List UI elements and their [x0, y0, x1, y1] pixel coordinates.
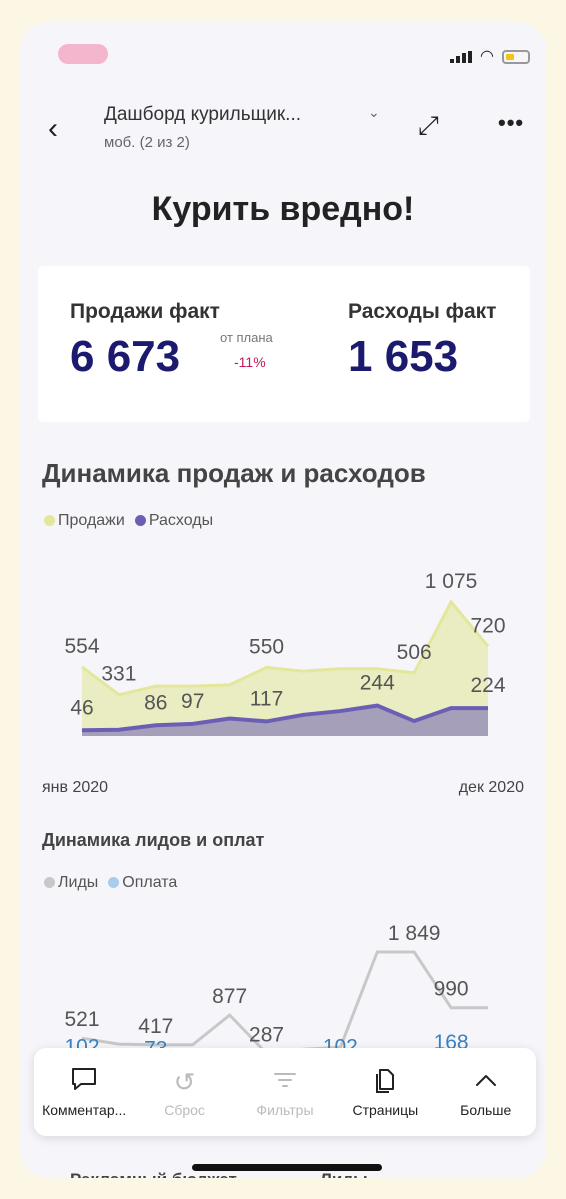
comment-icon [70, 1066, 98, 1098]
data-label: 97 [181, 690, 204, 713]
data-label: 554 [64, 635, 99, 658]
data-label: 720 [470, 614, 505, 637]
data-label: 1 849 [388, 922, 441, 945]
expenses-value: 1 653 [348, 332, 459, 381]
undo-icon: ↺ [173, 1067, 196, 1097]
reset-button[interactable]: ↺ Сброс [137, 1066, 233, 1118]
data-label: 331 [101, 663, 136, 686]
signal-icon [450, 51, 473, 63]
status-bar: ◠ [20, 22, 546, 92]
vs-plan-value: -11% [234, 354, 266, 370]
data-label: 224 [470, 674, 505, 697]
data-label: 506 [397, 641, 432, 664]
data-label: 521 [64, 1008, 99, 1031]
leads-payments-chart[interactable]: 5214178772871 84999010273102168 [20, 902, 546, 1062]
data-label: 86 [144, 691, 167, 714]
next-section-peek: Рекламный бюджет Лиды [20, 1170, 546, 1178]
line-leads [81, 950, 488, 1055]
legend-payment: Оплата [122, 874, 178, 891]
bottom-toolbar: Комментар... ↺ Сброс Фильтры Страницы Бо… [34, 1048, 536, 1136]
more-options-icon[interactable]: ••• [498, 110, 524, 136]
sales-label: Продажи факт [70, 300, 220, 323]
chart2-legend: Лиды Оплата [44, 874, 177, 892]
recording-indicator [58, 44, 108, 64]
expenses-label: Расходы факт [348, 300, 497, 323]
sales-expenses-chart[interactable]: 554331 550 506 1 075 720 46 86 97 117 244 224 янв 2… [20, 550, 546, 820]
chart1-title: Динамика продаж и расходов [42, 458, 426, 488]
legend-dot-expenses [134, 515, 146, 527]
nav-bar: ‹ Дашборд курильщик... ⌄ моб. (2 из 2) ⤢… [20, 96, 546, 166]
chevron-up-icon [473, 1066, 499, 1098]
comments-button[interactable]: Комментар... [36, 1066, 132, 1118]
legend-dot-leads [44, 877, 55, 889]
x-start-label: янв 2020 [42, 779, 108, 796]
chevron-down-icon[interactable]: ⌄ [368, 104, 380, 121]
kpi-card[interactable]: Продажи факт 6 673 от плана -11% Расходы… [38, 266, 530, 422]
ad-budget-title: Рекламный бюджет [70, 1170, 237, 1178]
phone-screen: ◠ ‹ Дашборд курильщик... ⌄ моб. (2 из 2)… [20, 22, 546, 1178]
data-label: 550 [249, 635, 284, 658]
back-icon[interactable]: ‹ [48, 112, 58, 146]
data-label: 244 [360, 672, 395, 695]
filter-icon [272, 1066, 298, 1098]
wifi-icon: ◠ [480, 48, 494, 65]
leads-title: Лиды [320, 1170, 368, 1178]
data-label: 1 075 [425, 570, 478, 593]
status-icons: ◠ [450, 48, 530, 65]
data-label: 46 [70, 696, 93, 719]
pages-button[interactable]: Страницы [337, 1066, 433, 1118]
home-indicator [192, 1164, 382, 1171]
page-title: Курить вредно! [151, 190, 415, 228]
chart2-title: Динамика лидов и оплат [42, 830, 265, 850]
data-label: 877 [212, 985, 247, 1008]
report-title[interactable]: Дашборд курильщик... [104, 104, 301, 126]
battery-icon [502, 50, 530, 64]
filters-button[interactable]: Фильтры [237, 1066, 333, 1118]
pages-icon [373, 1066, 397, 1098]
vs-plan-label: от плана [220, 330, 273, 345]
expand-icon[interactable]: ⤢ [418, 110, 439, 142]
data-label: 990 [434, 978, 469, 1001]
sales-value: 6 673 [70, 332, 181, 381]
legend-sales: Продажи [58, 512, 125, 529]
data-label: 287 [249, 1023, 284, 1046]
data-label: 417 [138, 1015, 173, 1038]
page-indicator: моб. (2 из 2) [104, 134, 190, 151]
legend-dot-sales [44, 515, 55, 527]
data-label: 117 [250, 687, 283, 710]
legend-expenses: Расходы [148, 512, 214, 529]
chart1-legend: Продажи Расходы [44, 512, 213, 530]
legend-dot-payment [108, 877, 120, 889]
more-button[interactable]: Больше [438, 1066, 534, 1118]
legend-leads: Лиды [58, 874, 99, 891]
x-end-label: дек 2020 [459, 779, 524, 796]
